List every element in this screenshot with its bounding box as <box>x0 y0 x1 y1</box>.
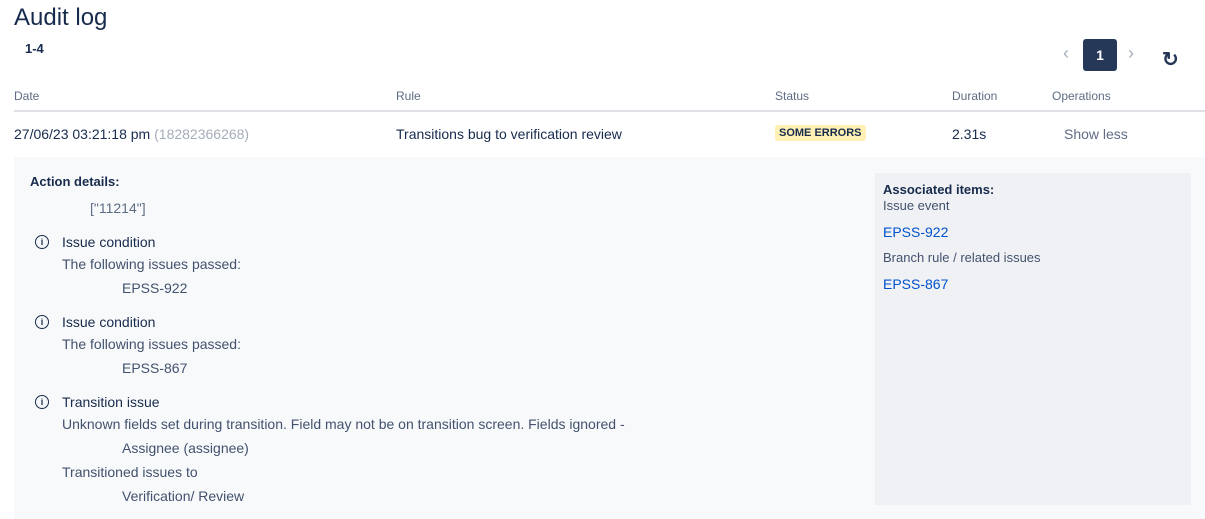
status-badge: SOME ERRORS <box>775 125 866 141</box>
associated-label: Issue event <box>883 198 950 213</box>
associated-link[interactable]: EPSS-867 <box>883 276 948 292</box>
execution-id: (18282366268) <box>154 126 250 142</box>
associated-heading: Associated items: <box>883 182 995 197</box>
row-rule: Transitions bug to verification review <box>396 126 622 142</box>
date-text: 27/06/23 03:21:18 pm <box>14 126 151 142</box>
info-icon: i <box>35 235 49 249</box>
item-sub: EPSS-867 <box>122 360 188 376</box>
item-sub-2: Verification/ Review <box>122 488 245 504</box>
page-1-button[interactable]: 1 <box>1083 39 1117 71</box>
info-icon: i <box>35 315 49 329</box>
info-icon: i <box>35 395 49 409</box>
prev-page-button[interactable]: ‹ <box>1063 43 1069 64</box>
page-title: Audit log <box>14 4 108 31</box>
column-date: Date <box>14 89 40 103</box>
item-title: Issue condition <box>62 234 156 250</box>
item-sub: Assignee (assignee) <box>122 440 249 456</box>
associated-items-panel <box>875 173 1191 505</box>
item-text: Unknown fields set during transition. Fi… <box>62 416 625 432</box>
show-less-button[interactable]: Show less <box>1064 126 1128 142</box>
item-sub: EPSS-922 <box>122 280 188 296</box>
column-status: Status <box>775 89 810 103</box>
associated-label: Branch rule / related issues <box>883 250 1041 265</box>
action-details-heading: Action details: <box>30 174 120 189</box>
item-title: Transition issue <box>62 394 160 410</box>
column-rule: Rule <box>396 89 421 103</box>
item-text-2: Transitioned issues to <box>62 464 198 480</box>
result-range: 1-4 <box>25 41 44 56</box>
refresh-icon[interactable]: ↻ <box>1162 47 1179 72</box>
next-page-button[interactable]: › <box>1128 43 1134 64</box>
header-divider <box>14 110 1205 112</box>
column-duration: Duration <box>952 89 998 103</box>
action-value: ["11214"] <box>90 200 146 216</box>
row-date: 27/06/23 03:21:18 pm (18282366268) <box>14 126 249 142</box>
item-text: The following issues passed: <box>62 336 241 352</box>
associated-link[interactable]: EPSS-922 <box>883 224 948 240</box>
column-operations: Operations <box>1052 89 1111 103</box>
row-duration: 2.31s <box>952 126 987 142</box>
item-title: Issue condition <box>62 314 156 330</box>
item-text: The following issues passed: <box>62 256 241 272</box>
